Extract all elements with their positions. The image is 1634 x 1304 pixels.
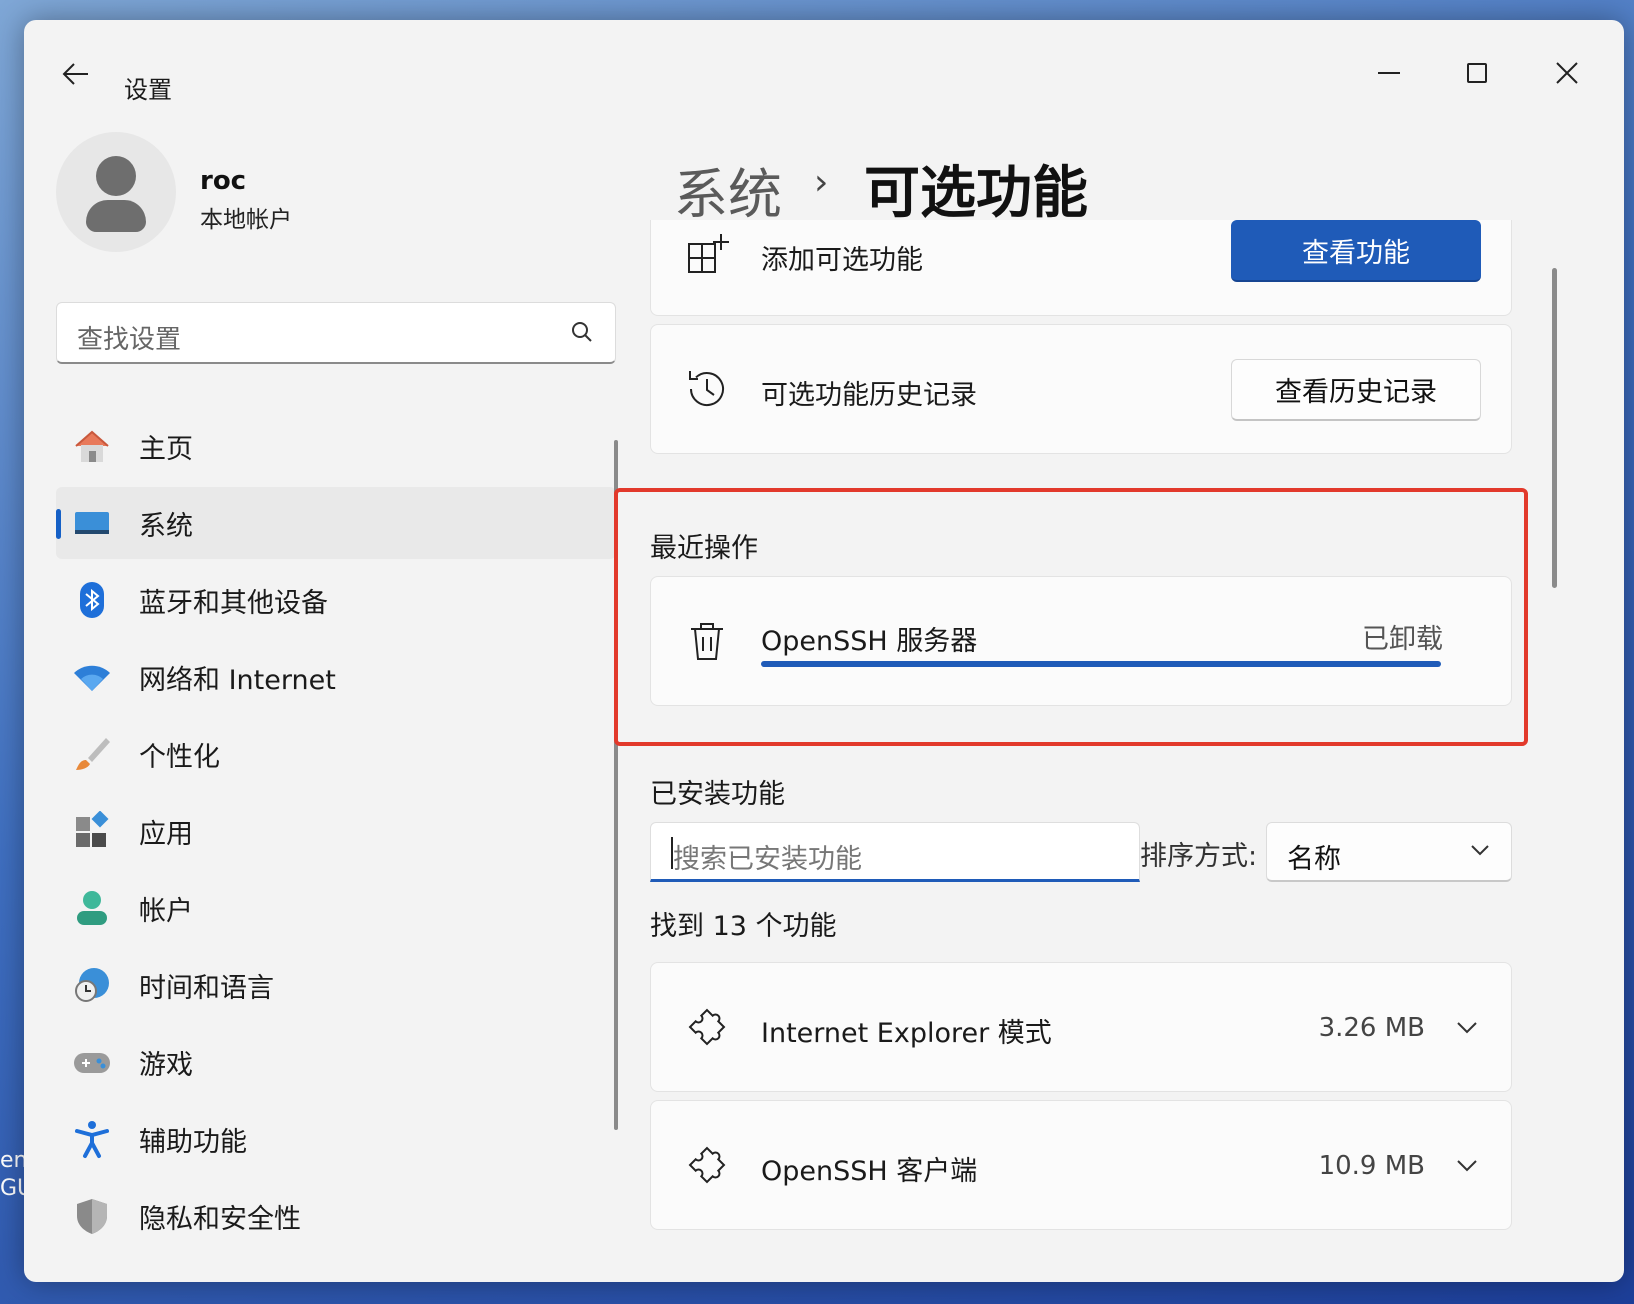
recent-item-card: OpenSSH 服务器 已卸载 [650, 576, 1512, 706]
sidebar-item-label: 隐私和安全性 [139, 1203, 301, 1235]
close-button[interactable] [1532, 48, 1602, 98]
avatar[interactable] [56, 132, 176, 252]
feature-name: OpenSSH 客户端 [761, 1156, 978, 1187]
account-type: 本地帐户 [200, 207, 292, 233]
sidebar-item-label: 网络和 Internet [139, 664, 336, 696]
sort-value: 名称 [1287, 844, 1341, 875]
trash-icon [691, 623, 723, 660]
sidebar-item-accessibility[interactable]: 辅助功能 [56, 1103, 616, 1175]
settings-search-input[interactable]: 查找设置 [56, 302, 616, 364]
feature-size: 3.26 MB [1318, 1013, 1425, 1043]
home-icon [75, 430, 109, 462]
chevron-down-icon[interactable] [1455, 1015, 1479, 1039]
settings-window: 设置 roc 本地帐户 查找设置 主页 系统 蓝牙和其他设备 网络和 Inter… [24, 20, 1624, 1282]
account-icon [77, 891, 107, 925]
installed-search-input[interactable]: 搜索已安装功能 [650, 822, 1140, 882]
sidebar-item-home[interactable]: 主页 [56, 410, 616, 482]
add-feature-card: 添加可选功能 查看功能 [650, 220, 1512, 316]
search-icon [572, 322, 592, 342]
feature-name: Internet Explorer 模式 [761, 1018, 1052, 1049]
sidebar-item-label: 辅助功能 [139, 1126, 247, 1158]
search-placeholder: 查找设置 [77, 325, 182, 355]
brush-icon [76, 738, 110, 770]
feature-row[interactable]: OpenSSH 客户端 10.9 MB [650, 1100, 1512, 1230]
view-features-button[interactable]: 查看功能 [1231, 220, 1481, 282]
sidebar-item-label: 帐户 [139, 895, 193, 927]
sidebar-item-gaming[interactable]: 游戏 [56, 1026, 616, 1098]
puzzle-icon [688, 1008, 726, 1046]
installed-section-title: 已安装功能 [650, 779, 785, 810]
minimize-icon [1378, 72, 1400, 74]
sidebar-item-apps[interactable]: 应用 [56, 795, 616, 867]
feature-size: 10.9 MB [1318, 1151, 1425, 1181]
history-card: 可选功能历史记录 查看历史记录 [650, 324, 1512, 454]
recent-item-name: OpenSSH 服务器 [761, 626, 978, 657]
user-name: roc [200, 166, 247, 196]
recent-progress-bar [761, 661, 1441, 667]
wifi-icon [74, 665, 110, 691]
sidebar-item-system[interactable]: 系统 [56, 487, 616, 559]
sidebar-item-label: 系统 [139, 510, 193, 542]
sidebar-item-network[interactable]: 网络和 Internet [56, 641, 616, 713]
view-history-button[interactable]: 查看历史记录 [1231, 359, 1481, 421]
maximize-icon [1467, 63, 1487, 83]
sidebar-item-label: 蓝牙和其他设备 [139, 587, 328, 619]
sidebar-item-accounts[interactable]: 帐户 [56, 872, 616, 944]
sidebar-item-label: 主页 [139, 433, 193, 465]
bluetooth-icon [80, 582, 104, 618]
content-scrollbar[interactable] [1552, 268, 1557, 588]
installed-search-placeholder: 搜索已安装功能 [673, 844, 862, 875]
avatar-body [86, 200, 146, 232]
maximize-button[interactable] [1442, 48, 1512, 98]
puzzle-icon [688, 1146, 726, 1184]
chevron-down-icon [1471, 845, 1489, 856]
recent-section-title: 最近操作 [650, 533, 758, 564]
chevron-down-icon[interactable] [1455, 1153, 1479, 1177]
close-icon [1556, 62, 1578, 84]
system-icon [75, 512, 109, 534]
globe-clock-icon [75, 968, 109, 1002]
sidebar-item-label: 个性化 [139, 741, 220, 773]
feature-count: 找到 13 个功能 [650, 911, 837, 942]
apps-icon [76, 811, 109, 847]
breadcrumb-parent[interactable]: 系统 [674, 150, 782, 229]
back-button[interactable] [56, 54, 96, 94]
sidebar-nav: 主页 系统 蓝牙和其他设备 网络和 Internet 个性化 应用 帐户 时间和… [56, 410, 616, 1257]
accessibility-icon [75, 1121, 109, 1158]
sidebar-item-label: 应用 [139, 818, 193, 850]
sort-label: 排序方式: [1140, 841, 1258, 872]
avatar-head [96, 156, 136, 196]
sidebar-item-privacy[interactable]: 隐私和安全性 [56, 1180, 616, 1252]
sidebar-item-time-language[interactable]: 时间和语言 [56, 949, 616, 1021]
sort-select[interactable]: 名称 [1266, 822, 1512, 882]
page-title: 可选功能 [864, 161, 1088, 226]
sidebar-item-label: 游戏 [139, 1049, 193, 1081]
add-feature-label: 添加可选功能 [761, 245, 923, 276]
minimize-button[interactable] [1354, 48, 1424, 98]
shield-icon [77, 1199, 107, 1234]
sidebar-item-personalization[interactable]: 个性化 [56, 718, 616, 790]
recent-item-status: 已卸载 [1362, 624, 1443, 655]
sidebar-item-bluetooth[interactable]: 蓝牙和其他设备 [56, 564, 616, 636]
breadcrumb-separator: › [814, 162, 829, 203]
add-feature-icon [688, 234, 729, 273]
sidebar-item-label: 时间和语言 [139, 972, 274, 1004]
history-icon [689, 371, 724, 406]
back-arrow-icon [62, 63, 88, 85]
gamepad-icon [74, 1053, 110, 1073]
feature-row[interactable]: Internet Explorer 模式 3.26 MB [650, 962, 1512, 1092]
history-label: 可选功能历史记录 [761, 380, 977, 411]
app-title: 设置 [124, 76, 172, 104]
